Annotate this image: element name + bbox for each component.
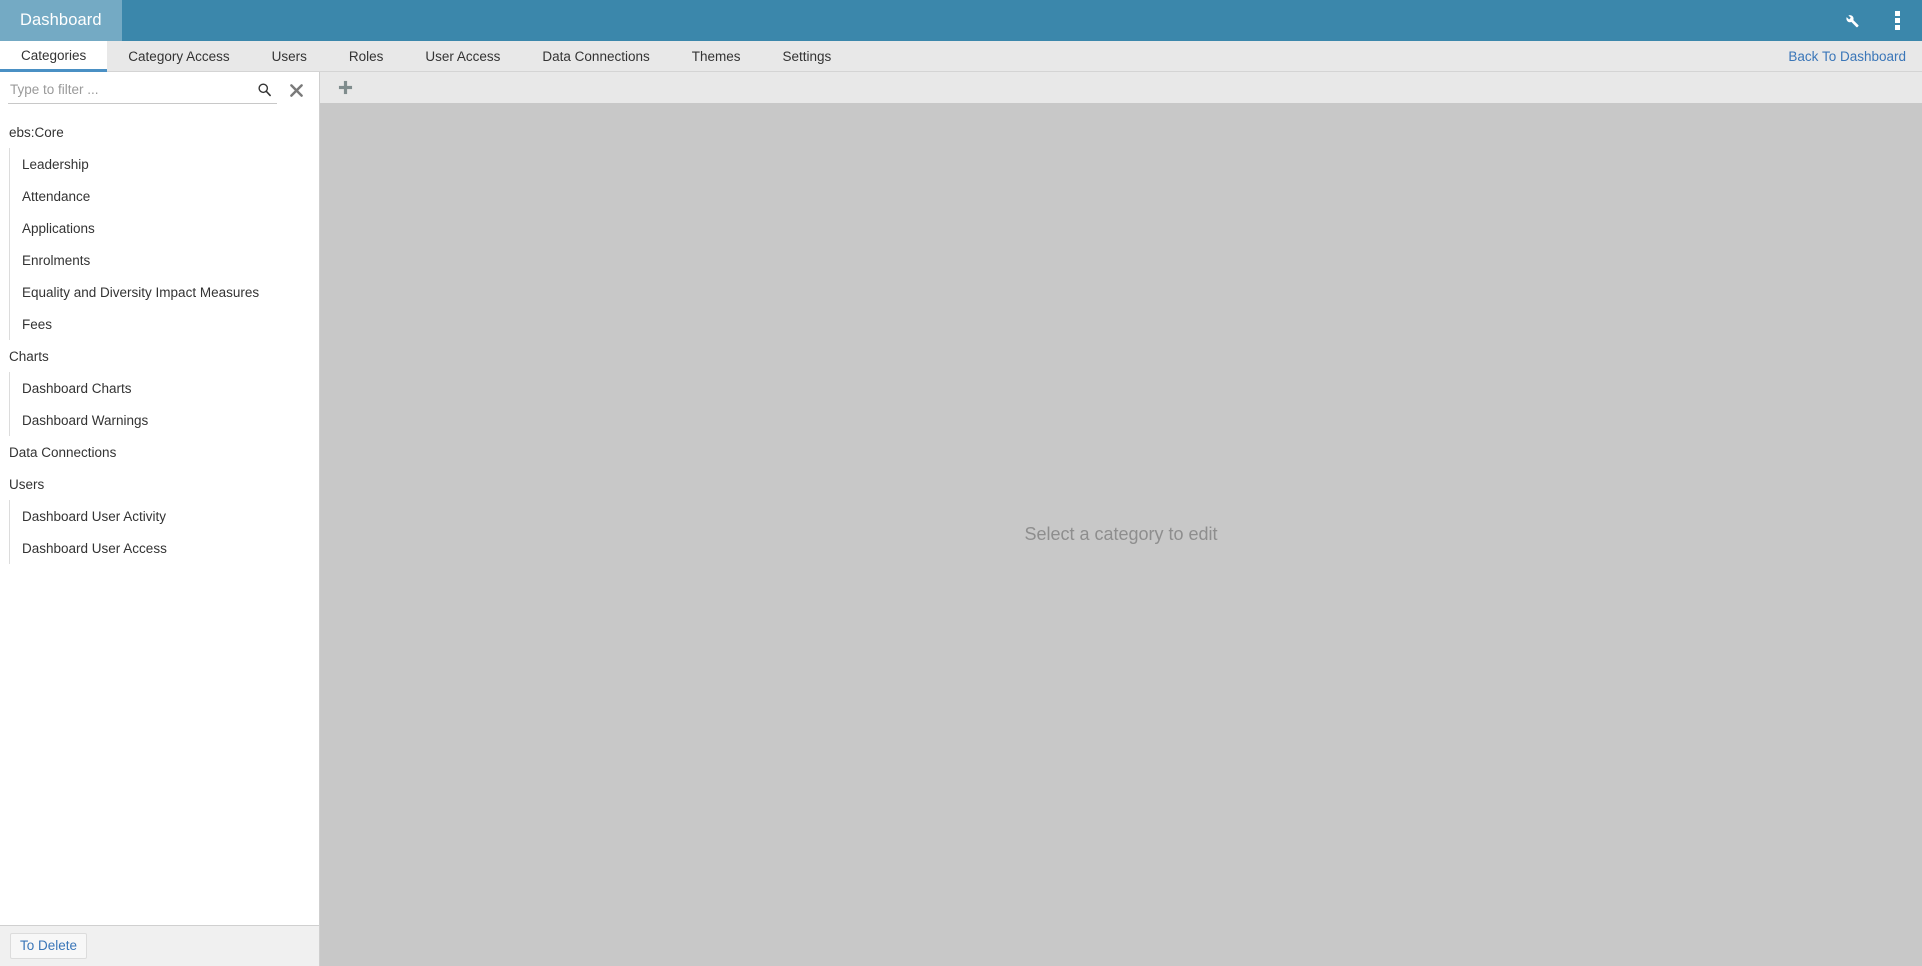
tree-node-data-connections[interactable]: Data Connections	[0, 436, 319, 468]
tree-node-label: Leadership	[22, 156, 89, 172]
sidebar-footer: To Delete	[0, 925, 319, 966]
tree-children-ebs-core: Leadership Attendance Applications Enrol…	[9, 148, 319, 340]
tree-group-charts: Charts Dashboard Charts Dashboard Warnin…	[0, 340, 319, 436]
tree-node-label: ebs:Core	[9, 124, 64, 140]
tree-node-dashboard-warnings[interactable]: Dashboard Warnings	[10, 404, 319, 436]
back-to-dashboard-link[interactable]: Back To Dashboard	[1788, 41, 1922, 71]
app-header: Dashboard	[0, 0, 1922, 41]
tree-node-label: Dashboard User Access	[22, 540, 167, 556]
tab-label: Categories	[21, 47, 87, 63]
tree-node-label: Dashboard Charts	[22, 380, 132, 396]
plus-icon[interactable]	[334, 77, 356, 99]
tabbar-spacer	[852, 41, 1788, 71]
app-root: Dashboard Categories Category Access Use…	[0, 0, 1922, 966]
tab-label: Themes	[691, 48, 741, 64]
tree-node-enrolments[interactable]: Enrolments	[10, 244, 319, 276]
tab-label: Settings	[782, 48, 832, 64]
tab-roles[interactable]: Roles	[328, 41, 405, 71]
tree-node-label: Attendance	[22, 188, 91, 204]
tab-user-access[interactable]: User Access	[404, 41, 521, 71]
search-icon[interactable]	[255, 81, 273, 99]
body-area: ebs:Core Leadership Attendance Applicati…	[0, 72, 1922, 966]
tree-node-dashboard-user-activity[interactable]: Dashboard User Activity	[10, 500, 319, 532]
tree-group-users: Users Dashboard User Activity Dashboard …	[0, 468, 319, 564]
tree-children-charts: Dashboard Charts Dashboard Warnings	[9, 372, 319, 436]
category-tree: ebs:Core Leadership Attendance Applicati…	[0, 108, 319, 925]
tree-node-fees[interactable]: Fees	[10, 308, 319, 340]
tree-node-label: Enrolments	[22, 252, 91, 268]
tab-label: Roles	[348, 48, 384, 64]
app-title-tab[interactable]: Dashboard	[0, 0, 122, 41]
tab-label: User Access	[425, 48, 501, 64]
tree-node-charts[interactable]: Charts	[0, 340, 319, 372]
filter-input[interactable]	[8, 76, 255, 103]
content-empty-state: Select a category to edit	[320, 103, 1922, 966]
tab-label: Users	[271, 48, 307, 64]
tree-node-equality-and-diversity-impact-measures[interactable]: Equality and Diversity Impact Measures	[10, 276, 319, 308]
tree-node-label: Equality and Diversity Impact Measures	[22, 284, 260, 300]
tab-categories[interactable]: Categories	[0, 41, 108, 72]
filter-box	[8, 76, 277, 104]
tab-themes[interactable]: Themes	[671, 41, 762, 71]
tree-node-ebs-core[interactable]: ebs:Core	[0, 116, 319, 148]
tree-node-users[interactable]: Users	[0, 468, 319, 500]
tree-node-dashboard-charts[interactable]: Dashboard Charts	[10, 372, 319, 404]
tree-node-dashboard-user-access[interactable]: Dashboard User Access	[10, 532, 319, 564]
tree-group-data-connections: Data Connections	[0, 436, 319, 468]
tree-node-attendance[interactable]: Attendance	[10, 180, 319, 212]
tree-children-users: Dashboard User Activity Dashboard User A…	[9, 500, 319, 564]
kebab-menu-icon[interactable]	[1884, 8, 1910, 34]
wrench-icon[interactable]	[1838, 8, 1864, 34]
tree-node-label: Users	[9, 476, 45, 492]
content-area: Select a category to edit	[320, 72, 1922, 966]
back-to-dashboard-label: Back To Dashboard	[1788, 48, 1906, 64]
to-delete-button[interactable]: To Delete	[10, 932, 88, 960]
tree-node-label: Data Connections	[9, 444, 117, 460]
filter-row	[0, 72, 319, 108]
tab-data-connections[interactable]: Data Connections	[521, 41, 670, 71]
tab-label: Data Connections	[542, 48, 650, 64]
header-spacer	[122, 0, 1838, 41]
tab-settings[interactable]: Settings	[762, 41, 853, 71]
app-title-label: Dashboard	[20, 11, 102, 29]
tab-label: Category Access	[128, 48, 230, 64]
content-toolbar	[320, 72, 1922, 103]
tab-category-access[interactable]: Category Access	[107, 41, 250, 71]
tree-group-ebs-core: ebs:Core Leadership Attendance Applicati…	[0, 116, 319, 340]
tree-node-label: Dashboard User Activity	[22, 508, 167, 524]
main-tabbar: Categories Category Access Users Roles U…	[0, 41, 1922, 72]
tree-node-label: Fees	[22, 316, 53, 332]
close-icon[interactable]	[283, 77, 309, 103]
empty-state-message: Select a category to edit	[1024, 524, 1218, 544]
tree-node-applications[interactable]: Applications	[10, 212, 319, 244]
tree-node-label: Applications	[22, 220, 95, 236]
category-sidebar: ebs:Core Leadership Attendance Applicati…	[0, 72, 320, 966]
header-actions	[1838, 0, 1922, 41]
tab-users[interactable]: Users	[251, 41, 328, 71]
tree-node-label: Dashboard Warnings	[22, 412, 149, 428]
tree-node-leadership[interactable]: Leadership	[10, 148, 319, 180]
tree-node-label: Charts	[9, 348, 49, 364]
